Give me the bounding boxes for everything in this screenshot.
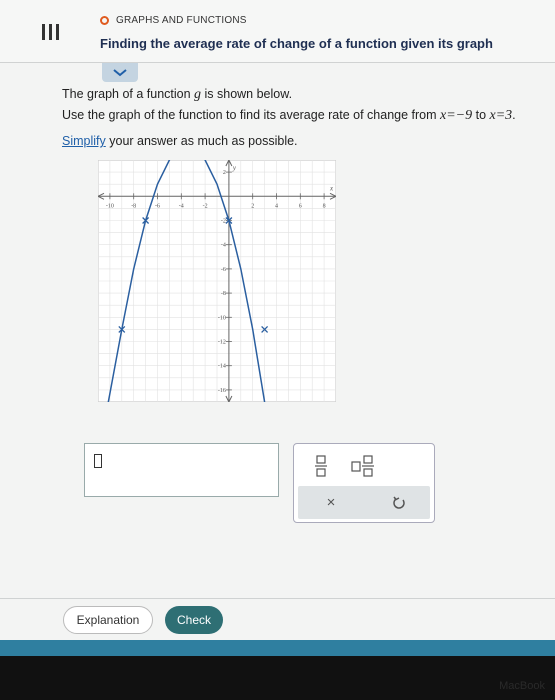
x-tick-label: -10 xyxy=(106,203,114,209)
question-text: Use the graph of the function to find it… xyxy=(62,108,441,122)
fraction-icon xyxy=(315,455,327,477)
check-button[interactable]: Check xyxy=(165,606,223,634)
undo-button[interactable] xyxy=(386,490,412,515)
question-text: is shown below. xyxy=(201,87,293,101)
question-line-2: Use the graph of the function to find it… xyxy=(62,108,516,124)
x-tick-label: -2 xyxy=(203,203,208,209)
mixed-number-icon xyxy=(351,455,374,477)
input-cursor xyxy=(94,454,102,468)
app-screen: GRAPHS AND FUNCTIONS Finding the average… xyxy=(0,0,555,640)
undo-icon xyxy=(393,496,405,509)
math-keypad: × xyxy=(293,443,435,523)
collapse-toggle[interactable] xyxy=(102,63,138,82)
explanation-button[interactable]: Explanation xyxy=(63,606,153,634)
chevron-down-icon xyxy=(113,69,127,77)
topic-progress-icon xyxy=(100,16,109,25)
page-title: Finding the average rate of change of a … xyxy=(100,36,493,51)
y-tick-label: -12 xyxy=(218,340,226,346)
x-tick-label: 8 xyxy=(323,203,326,209)
question-text: . xyxy=(512,108,516,122)
header: GRAPHS AND FUNCTIONS Finding the average… xyxy=(0,0,555,63)
menu-icon[interactable] xyxy=(42,22,72,48)
interval-start: x=−9 xyxy=(440,108,473,123)
question-text: to xyxy=(472,108,490,122)
y-tick-label: -4 xyxy=(221,243,226,249)
question-line-3: Simplify your answer as much as possible… xyxy=(62,134,298,148)
question-line-1: The graph of a function g is shown below… xyxy=(62,87,292,103)
interval-end: x=3 xyxy=(489,108,513,123)
y-tick-label: -10 xyxy=(218,315,226,321)
clear-button[interactable]: × xyxy=(318,490,344,515)
topic-label: GRAPHS AND FUNCTIONS xyxy=(116,15,247,26)
y-tick-label: 2 xyxy=(223,170,226,176)
laptop-bezel: MacBook xyxy=(0,656,555,700)
question-text: your answer as much as possible. xyxy=(105,134,298,148)
keypad-actions: × xyxy=(298,486,430,519)
topic-row: GRAPHS AND FUNCTIONS xyxy=(100,15,247,26)
x-tick-label: -4 xyxy=(179,203,184,209)
mixed-number-button[interactable] xyxy=(348,453,378,479)
function-graph: -10 -8 -6 -4 -2 2 4 6 82-2-4-6-8-10-12-14-16xy xyxy=(98,160,336,402)
x-tick-label: 4 xyxy=(275,203,278,209)
x-tick-label: 6 xyxy=(299,203,302,209)
bottom-bar xyxy=(0,640,555,656)
answer-input[interactable] xyxy=(84,443,279,497)
footer-divider xyxy=(0,598,555,599)
y-tick-label: -8 xyxy=(221,291,226,297)
laptop-brand: MacBook xyxy=(499,680,545,692)
fraction-button[interactable] xyxy=(308,453,334,479)
y-tick-label: -16 xyxy=(218,388,226,394)
x-tick-label: -8 xyxy=(131,203,136,209)
y-tick-label: -14 xyxy=(218,364,226,370)
x-tick-label: 2 xyxy=(251,203,254,209)
x-tick-label: -6 xyxy=(155,203,160,209)
y-tick-label: -6 xyxy=(221,267,226,273)
question-text: The graph of a function xyxy=(62,87,195,101)
y-tick-label: -2 xyxy=(221,219,226,225)
simplify-link[interactable]: Simplify xyxy=(62,134,106,148)
function-name: g xyxy=(194,87,202,102)
